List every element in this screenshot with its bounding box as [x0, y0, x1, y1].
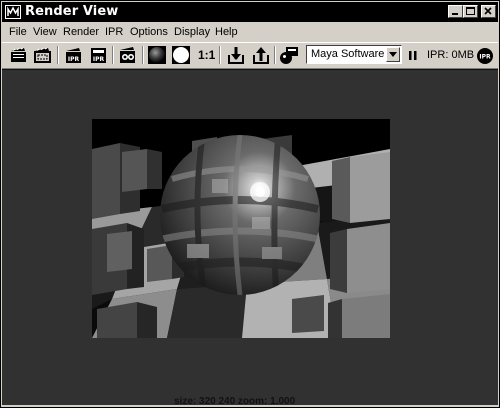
- display-alpha-button[interactable]: [171, 45, 191, 65]
- remove-image-button[interactable]: [251, 45, 271, 65]
- toolbar-separator: [142, 46, 144, 64]
- keep-image-icon: [228, 47, 244, 64]
- rendered-image: [92, 119, 390, 338]
- render-view-window: Render View File View Render IPR Options…: [0, 0, 500, 408]
- menu-options[interactable]: Options: [130, 26, 168, 39]
- chevron-down-icon: [389, 52, 397, 57]
- maximize-icon: [466, 7, 475, 15]
- ipr-status-button[interactable]: IPR: [476, 45, 494, 65]
- ipr-render-button[interactable]: IPR: [89, 45, 109, 65]
- menu-view[interactable]: View: [33, 26, 57, 39]
- pause-ipr-button[interactable]: [406, 45, 420, 65]
- menu-ipr[interactable]: IPR: [105, 26, 123, 39]
- ipr-memory-label: IPR: 0MB: [427, 49, 475, 61]
- snapshot-render-icon: [120, 47, 135, 63]
- remove-image-icon: [253, 47, 269, 64]
- keep-image-button[interactable]: [226, 45, 246, 65]
- svg-text:IPR: IPR: [68, 56, 80, 63]
- menu-display[interactable]: Display: [174, 26, 210, 39]
- title-bar[interactable]: Render View: [2, 2, 498, 22]
- svg-text:IPR: IPR: [93, 56, 105, 63]
- render-globals-icon: [280, 47, 298, 64]
- toolbar-separator: [274, 46, 276, 64]
- redo-previous-render-icon: [11, 47, 26, 62]
- menu-help[interactable]: Help: [215, 26, 238, 39]
- renderer-dropdown[interactable]: Maya Software: [306, 45, 402, 64]
- window-title: Render View: [25, 4, 119, 19]
- render-region-button[interactable]: [33, 45, 53, 65]
- display-rgb-button[interactable]: [147, 45, 167, 65]
- render-globals-button[interactable]: [279, 45, 299, 65]
- redo-ipr-render-icon: IPR: [66, 48, 81, 63]
- pause-ipr-icon: [409, 51, 417, 60]
- display-alpha-channel-icon: [172, 46, 190, 64]
- ipr-status-icon: IPR: [477, 48, 493, 64]
- display-rgb-channels-icon: [148, 46, 166, 64]
- renderer-value: Maya Software: [311, 48, 385, 60]
- close-button[interactable]: [481, 5, 496, 18]
- snapshot-button[interactable]: [118, 45, 138, 65]
- render-region-icon: [34, 47, 51, 63]
- menu-bar: File View Render IPR Options Display Hel…: [2, 23, 498, 42]
- redo-ipr-render-button[interactable]: IPR: [64, 45, 84, 65]
- toolbar: IPR IPR 1:1 Maya Software IPR: 0MB IPR: [2, 42, 498, 69]
- ipr-render-icon: IPR: [91, 48, 106, 63]
- renderer-dropdown-arrow[interactable]: [386, 47, 400, 62]
- redo-previous-render-button[interactable]: [9, 45, 29, 65]
- menu-render[interactable]: Render: [63, 26, 99, 39]
- real-size-button[interactable]: 1:1: [198, 48, 215, 62]
- minimize-icon: [452, 13, 458, 15]
- toolbar-separator: [57, 46, 59, 64]
- maximize-button[interactable]: [463, 5, 478, 18]
- menu-file[interactable]: File: [9, 26, 27, 39]
- render-viewport[interactable]: size: 320 240 zoom: 1.000: [2, 69, 498, 407]
- svg-text:IPR: IPR: [479, 54, 491, 61]
- maya-render-view-icon: [5, 4, 21, 20]
- minimize-button[interactable]: [448, 5, 463, 18]
- close-icon: [484, 7, 492, 15]
- toolbar-separator: [219, 46, 221, 64]
- render-status-label: size: 320 240 zoom: 1.000: [174, 396, 296, 407]
- toolbar-separator: [112, 46, 114, 64]
